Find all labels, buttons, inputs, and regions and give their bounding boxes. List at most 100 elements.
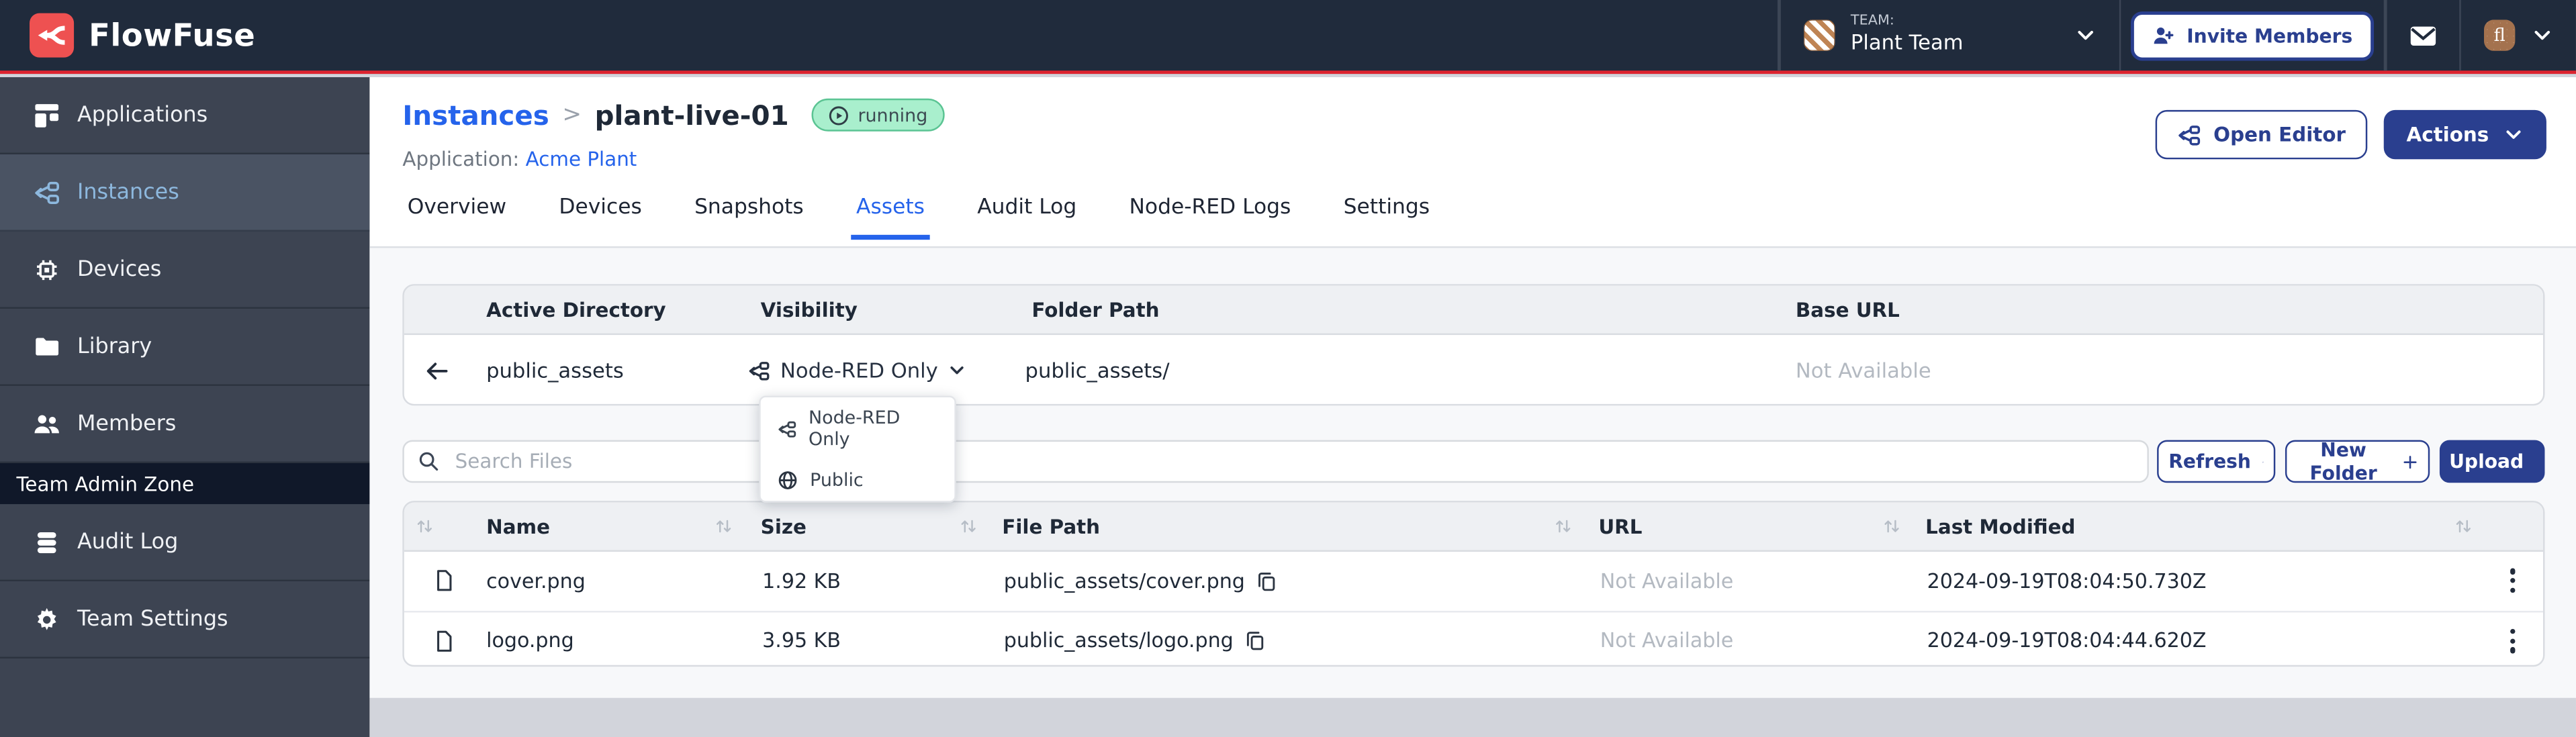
sort-icon[interactable] — [2454, 518, 2473, 536]
chevron-down-icon — [948, 361, 966, 379]
column-header-size[interactable]: Size — [761, 515, 807, 538]
file-modified: 2024-09-19T08:04:50.730Z — [1883, 569, 2434, 592]
flowfuse-app: FlowFuse TEAM: Plant Team — [0, 0, 2576, 737]
sort-icon[interactable] — [960, 518, 978, 536]
sidebar-item-label: Library — [77, 334, 152, 359]
tab-settings[interactable]: Settings — [1338, 195, 1434, 240]
sidebar-item-audit-log[interactable]: Audit Log — [0, 504, 369, 581]
sort-icon[interactable] — [1883, 518, 1901, 536]
files-table: Name Size — [402, 501, 2544, 667]
notifications-button[interactable] — [2386, 0, 2458, 70]
tab-devices[interactable]: Devices — [554, 195, 647, 240]
brand[interactable]: FlowFuse — [30, 13, 255, 58]
copy-icon[interactable] — [1243, 630, 1266, 652]
instances-icon — [777, 418, 797, 440]
users-icon — [33, 409, 61, 438]
sidebar-item-instances[interactable]: Instances — [0, 154, 369, 232]
sidebar-item-applications[interactable]: Applications — [0, 77, 369, 154]
tab-assets[interactable]: Assets — [852, 195, 930, 240]
column-header-name[interactable]: Name — [483, 515, 712, 538]
refresh-icon — [2262, 451, 2264, 473]
sidebar-item-team-settings[interactable]: Team Settings — [0, 581, 369, 658]
sidebar-item-devices[interactable]: Devices — [0, 232, 369, 309]
plus-icon — [2401, 451, 2418, 473]
search-icon — [417, 450, 440, 473]
column-header-visibility: Visibility — [741, 298, 1020, 321]
sidebar-item-library[interactable]: Library — [0, 309, 369, 386]
sidebar: Applications Instances Devices — [0, 77, 369, 737]
tab-audit-log[interactable]: Audit Log — [972, 195, 1082, 240]
invite-members-button[interactable]: Invite Members — [2131, 11, 2374, 60]
chevron-down-icon — [2503, 125, 2523, 144]
assets-panel: Active Directory Visibility Folder Path … — [369, 246, 2576, 698]
file-icon — [432, 569, 457, 593]
team-selector[interactable]: TEAM: Plant Team — [1780, 0, 2119, 70]
top-navbar: FlowFuse TEAM: Plant Team — [0, 0, 2576, 74]
sort-icon[interactable] — [1554, 518, 1572, 536]
visibility-select[interactable]: Node-RED Only — [741, 358, 966, 383]
kebab-menu-icon[interactable] — [2505, 624, 2520, 658]
page-background — [369, 698, 2576, 737]
sort-icon[interactable] — [416, 518, 434, 536]
files-toolbar: Refresh New Folder Upload — [369, 440, 2576, 483]
dropdown-option-node-red-only[interactable]: Node-RED Only — [761, 397, 955, 460]
refresh-button[interactable]: Refresh — [2157, 440, 2275, 483]
file-name: logo.png — [483, 630, 712, 652]
user-plus-icon — [2152, 23, 2175, 46]
navbar-right: TEAM: Plant Team Invite Members — [1778, 0, 2576, 70]
sidebar-item-members[interactable]: Members — [0, 386, 369, 463]
dropdown-option-public[interactable]: Public — [761, 460, 955, 501]
tab-node-red-logs[interactable]: Node-RED Logs — [1124, 195, 1296, 240]
table-row[interactable]: cover.png 1.92 KB public_assets/cover.pn… — [404, 552, 2543, 611]
column-header-url[interactable]: URL — [1598, 515, 1642, 538]
breadcrumb-separator: > — [562, 102, 582, 128]
globe-icon — [777, 470, 798, 491]
search-input[interactable] — [402, 440, 2149, 483]
kebab-menu-icon[interactable] — [2505, 563, 2520, 598]
column-header-last-modified[interactable]: Last Modified — [1925, 515, 2075, 538]
breadcrumb: Instances > plant-live-01 running — [402, 99, 944, 132]
sidebar-item-label: Members — [77, 411, 176, 436]
file-icon — [432, 628, 457, 653]
folder-icon — [33, 332, 61, 360]
flowfuse-logo-icon — [30, 13, 74, 58]
column-header-active-directory: Active Directory — [483, 298, 741, 321]
database-icon — [33, 528, 61, 556]
table-row[interactable]: logo.png 3.95 KB public_assets/logo.png … — [404, 611, 2543, 667]
directory-name: public_assets — [483, 358, 741, 383]
back-arrow-button[interactable] — [404, 357, 483, 383]
tab-overview[interactable]: Overview — [402, 195, 511, 240]
column-header-file-path[interactable]: File Path — [1002, 515, 1100, 538]
file-url: Not Available — [1554, 630, 1882, 652]
sidebar-item-label: Team Settings — [77, 607, 228, 632]
copy-icon[interactable] — [1255, 569, 1278, 592]
instances-icon — [33, 178, 61, 206]
new-folder-button[interactable]: New Folder — [2285, 440, 2430, 483]
applications-icon — [33, 101, 61, 129]
open-editor-button[interactable]: Open Editor — [2156, 110, 2367, 159]
screen: FlowFuse TEAM: Plant Team — [0, 0, 2576, 737]
instances-icon — [747, 359, 770, 382]
column-header-folder-path: Folder Path — [1020, 298, 1784, 321]
chevron-down-icon — [2532, 25, 2553, 46]
base-url-value: Not Available — [1784, 358, 2543, 383]
folder-path-value: public_assets/ — [1020, 358, 1784, 383]
play-circle-icon — [828, 104, 849, 126]
application-link[interactable]: Acme Plant — [526, 148, 637, 170]
status-badge: running — [812, 99, 944, 132]
tab-snapshots[interactable]: Snapshots — [690, 195, 809, 240]
gear-icon — [33, 605, 61, 633]
envelope-icon — [2407, 22, 2437, 48]
user-avatar: fl — [2484, 19, 2515, 50]
sort-icon[interactable] — [715, 518, 733, 536]
team-avatar — [1803, 19, 1834, 50]
file-name: cover.png — [483, 569, 712, 592]
file-size: 1.92 KB — [713, 569, 960, 592]
actions-button[interactable]: Actions — [2383, 110, 2546, 159]
user-menu[interactable]: fl — [2461, 0, 2576, 70]
main-content: Instances > plant-live-01 running Applic… — [369, 77, 2576, 737]
upload-button[interactable]: Upload — [2440, 440, 2545, 483]
breadcrumb-instances-link[interactable]: Instances — [402, 99, 549, 130]
instance-tabs: Overview Devices Snapshots Assets Audit … — [402, 195, 1434, 240]
file-modified: 2024-09-19T08:04:44.620Z — [1883, 630, 2434, 652]
